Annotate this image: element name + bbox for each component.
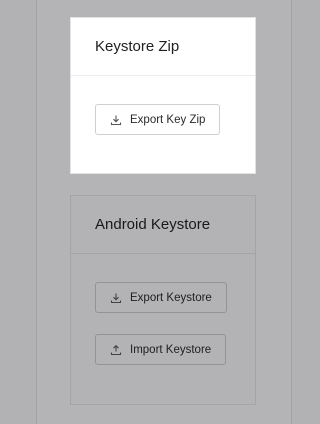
export-keystore-label: Export Keystore	[130, 291, 212, 304]
download-icon	[110, 114, 122, 126]
upload-icon	[110, 344, 122, 356]
download-icon	[110, 292, 122, 304]
keystore-zip-card: Keystore Zip Export Key Zip	[70, 17, 256, 174]
export-keystore-button[interactable]: Export Keystore	[95, 282, 227, 313]
keystore-zip-title: Keystore Zip	[71, 18, 255, 76]
import-keystore-label: Import Keystore	[130, 343, 212, 356]
android-keystore-card: Android Keystore Export Keystore Import …	[70, 195, 256, 405]
export-key-zip-label: Export Key Zip	[130, 113, 206, 126]
export-key-zip-button[interactable]: Export Key Zip	[95, 104, 221, 135]
modal-overlay-page: Keystore Zip Export Key Zip Android Keys…	[0, 0, 316, 424]
android-keystore-title: Android Keystore	[71, 196, 255, 254]
import-keystore-button[interactable]: Import Keystore	[95, 334, 227, 365]
